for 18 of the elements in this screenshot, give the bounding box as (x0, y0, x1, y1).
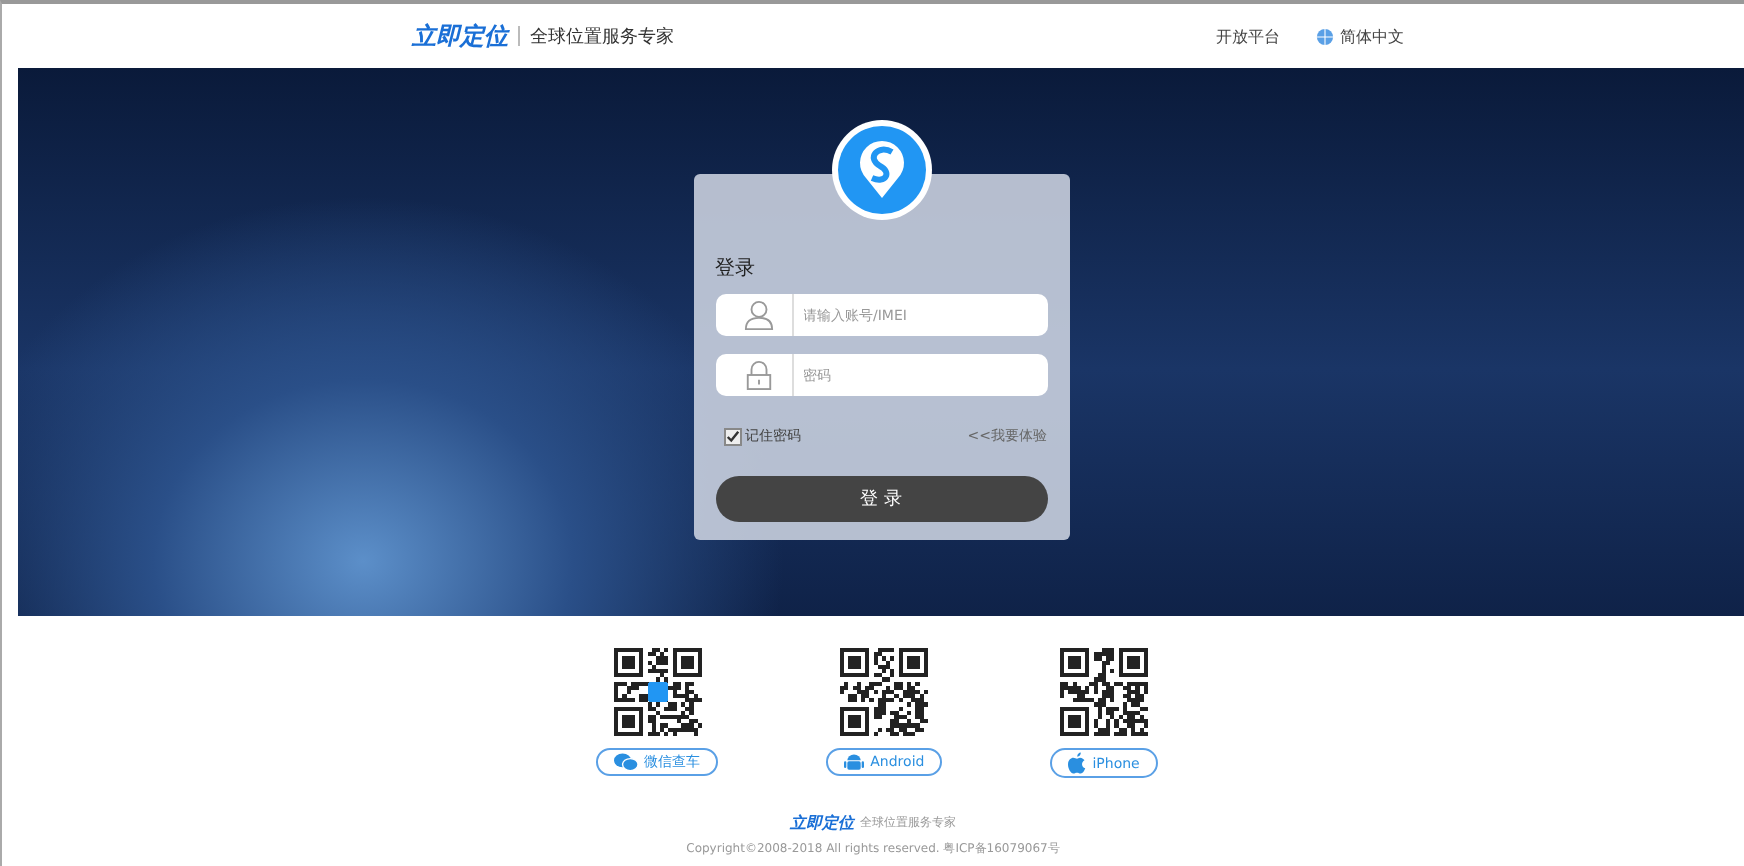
qr-code-drawing (1060, 648, 1149, 736)
brand-slogan: 全球位置服务专家 (530, 25, 674, 49)
chat-bubbles-icon (614, 752, 639, 772)
footer-logo: 立即定位 (789, 812, 854, 834)
globe-icon (1316, 27, 1334, 45)
qr-code-drawing (613, 648, 702, 736)
qr-code-drawing (840, 648, 929, 736)
brand-logo: 立即定位 (412, 19, 508, 53)
header-link[interactable]: 开放平台 (1216, 25, 1280, 47)
login-button[interactable]: 登 录 (715, 476, 1047, 522)
user-icon (715, 294, 791, 336)
remember-checkbox[interactable] (723, 427, 741, 445)
location-pin-logo-icon (829, 118, 933, 222)
login-title: 登录 (715, 256, 757, 282)
apple-icon (1068, 752, 1087, 774)
android-icon (844, 752, 865, 772)
lock-icon (715, 354, 791, 396)
header-link[interactable]: 简体中文 (1316, 25, 1404, 47)
